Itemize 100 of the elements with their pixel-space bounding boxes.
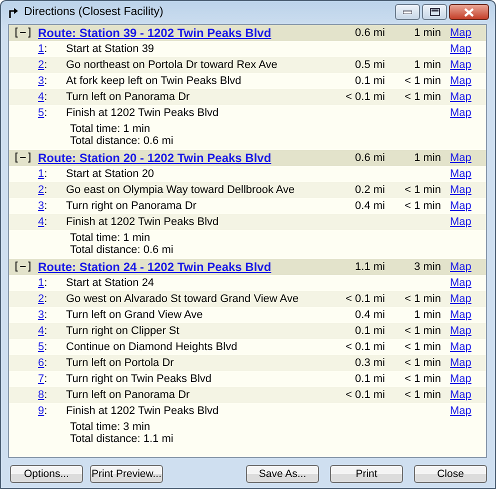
colon-text: : xyxy=(44,106,48,121)
step-distance: < 0.1 mi xyxy=(344,90,385,105)
minimize-icon xyxy=(403,10,412,14)
route-distance: 0.6 mi xyxy=(354,151,385,166)
route-time: 1 min xyxy=(413,26,441,41)
step-text: Turn right on Panorama Dr xyxy=(66,199,198,214)
step-time: 1 min xyxy=(413,58,441,73)
map-link[interactable]: Map xyxy=(450,277,472,289)
step-number-link[interactable]: 1 xyxy=(38,275,44,291)
step-number-link[interactable]: 2 xyxy=(38,182,44,198)
step-text: Turn left on Panorama Dr xyxy=(66,388,191,403)
map-link[interactable]: Map xyxy=(450,357,472,369)
map-link[interactable]: Map xyxy=(450,43,472,55)
step-text: Finish at 1202 Twin Peaks Blvd xyxy=(66,404,220,419)
step-number-link[interactable]: 4 xyxy=(38,89,44,105)
colon-text: : xyxy=(44,183,48,198)
map-link[interactable]: Map xyxy=(450,293,472,305)
route-link[interactable]: Route: Station 20 - 1202 Twin Peaks Blvd xyxy=(38,150,315,166)
collapse-toggle[interactable]: [−] xyxy=(13,259,38,275)
step-text: Go east on Olympia Way toward Dellbrook Ave xyxy=(66,183,296,198)
step-number-link[interactable]: 9 xyxy=(38,403,44,419)
step-number-link[interactable]: 3 xyxy=(38,198,44,214)
close-icon xyxy=(464,8,474,16)
step-text: Start at Station 24 xyxy=(66,276,156,291)
map-link[interactable]: Map xyxy=(450,373,472,385)
map-link[interactable]: Map xyxy=(450,309,472,321)
map-link[interactable]: Map xyxy=(450,59,472,71)
total-time: Total time: 3 min xyxy=(70,421,152,433)
step-number-link[interactable]: 5 xyxy=(38,105,44,121)
step-text: Turn left on Panorama Dr xyxy=(66,90,191,105)
map-link[interactable]: Map xyxy=(450,152,472,164)
step-text: Turn right on Clipper St xyxy=(66,324,180,339)
step-number-link[interactable]: 6 xyxy=(38,355,44,371)
colon-text: : xyxy=(44,356,48,371)
maximize-icon xyxy=(430,8,440,16)
colon-text: : xyxy=(44,74,48,89)
step-text: Turn right on Twin Peaks Blvd xyxy=(66,372,213,387)
map-link[interactable]: Map xyxy=(450,107,472,119)
map-link[interactable]: Map xyxy=(450,91,472,103)
step-distance: 0.4 mi xyxy=(354,199,385,214)
total-distance: Total distance: 1.1 mi xyxy=(70,433,174,445)
step-text: Finish at 1202 Twin Peaks Blvd xyxy=(66,215,220,230)
step-number-link[interactable]: 5 xyxy=(38,339,44,355)
step-distance: 0.3 mi xyxy=(354,356,385,371)
colon-text: : xyxy=(44,340,48,355)
step-number-link[interactable]: 8 xyxy=(38,387,44,403)
colon-text: : xyxy=(44,42,48,57)
map-link[interactable]: Map xyxy=(450,75,472,87)
dialog-button[interactable]: Print xyxy=(330,465,403,483)
map-link[interactable]: Map xyxy=(450,200,472,212)
step-number-link[interactable]: 3 xyxy=(38,73,44,89)
dialog-button[interactable]: Print Preview... xyxy=(90,465,163,483)
window-title: Directions (Closest Facility) xyxy=(24,6,164,18)
step-time: < 1 min xyxy=(404,340,441,355)
collapse-toggle[interactable]: [−] xyxy=(13,150,38,166)
step-time: < 1 min xyxy=(404,372,441,387)
minimize-button[interactable] xyxy=(395,4,420,20)
step-text: Go west on Alvarado St toward Grand View Ave xyxy=(66,292,300,307)
route-link[interactable]: Route: Station 39 - 1202 Twin Peaks Blvd xyxy=(38,25,315,41)
step-text: Finish at 1202 Twin Peaks Blvd xyxy=(66,106,220,121)
colon-text: : xyxy=(44,276,48,291)
colon-text: : xyxy=(44,90,48,105)
step-number-link[interactable]: 4 xyxy=(38,214,44,230)
total-time: Total time: 1 min xyxy=(70,232,152,244)
maximize-button[interactable] xyxy=(422,4,447,20)
step-distance: 0.5 mi xyxy=(354,58,385,73)
step-number-link[interactable]: 1 xyxy=(38,166,44,182)
map-link[interactable]: Map xyxy=(450,216,472,228)
step-time: < 1 min xyxy=(404,324,441,339)
map-link[interactable]: Map xyxy=(450,261,472,273)
map-link[interactable]: Map xyxy=(450,405,472,417)
map-link[interactable]: Map xyxy=(450,27,472,39)
colon-text: : xyxy=(44,324,48,339)
route-link[interactable]: Route: Station 24 - 1202 Twin Peaks Blvd xyxy=(38,259,315,275)
step-text: Turn left on Grand View Ave xyxy=(66,308,204,323)
map-link[interactable]: Map xyxy=(450,389,472,401)
step-time: < 1 min xyxy=(404,292,441,307)
map-link[interactable]: Map xyxy=(450,341,472,353)
step-number-link[interactable]: 4 xyxy=(38,323,44,339)
step-distance: 0.4 mi xyxy=(354,308,385,323)
dialog-button[interactable]: Close xyxy=(414,465,487,483)
close-button[interactable] xyxy=(449,4,489,20)
step-number-link[interactable]: 2 xyxy=(38,57,44,73)
colon-text: : xyxy=(44,58,48,73)
total-distance: Total distance: 0.6 mi xyxy=(70,135,174,147)
total-time: Total time: 1 min xyxy=(70,123,152,135)
step-time: < 1 min xyxy=(404,388,441,403)
step-number-link[interactable]: 2 xyxy=(38,291,44,307)
colon-text: : xyxy=(44,215,48,230)
map-link[interactable]: Map xyxy=(450,325,472,337)
map-link[interactable]: Map xyxy=(450,168,472,180)
step-number-link[interactable]: 7 xyxy=(38,371,44,387)
dialog-button[interactable]: Options... xyxy=(10,465,83,483)
map-link[interactable]: Map xyxy=(450,184,472,196)
step-distance: 0.2 mi xyxy=(354,183,385,198)
step-number-link[interactable]: 1 xyxy=(38,41,44,57)
step-number-link[interactable]: 3 xyxy=(38,307,44,323)
step-time: 1 min xyxy=(413,308,441,323)
collapse-toggle[interactable]: [−] xyxy=(13,25,38,41)
dialog-button[interactable]: Save As... xyxy=(246,465,319,483)
